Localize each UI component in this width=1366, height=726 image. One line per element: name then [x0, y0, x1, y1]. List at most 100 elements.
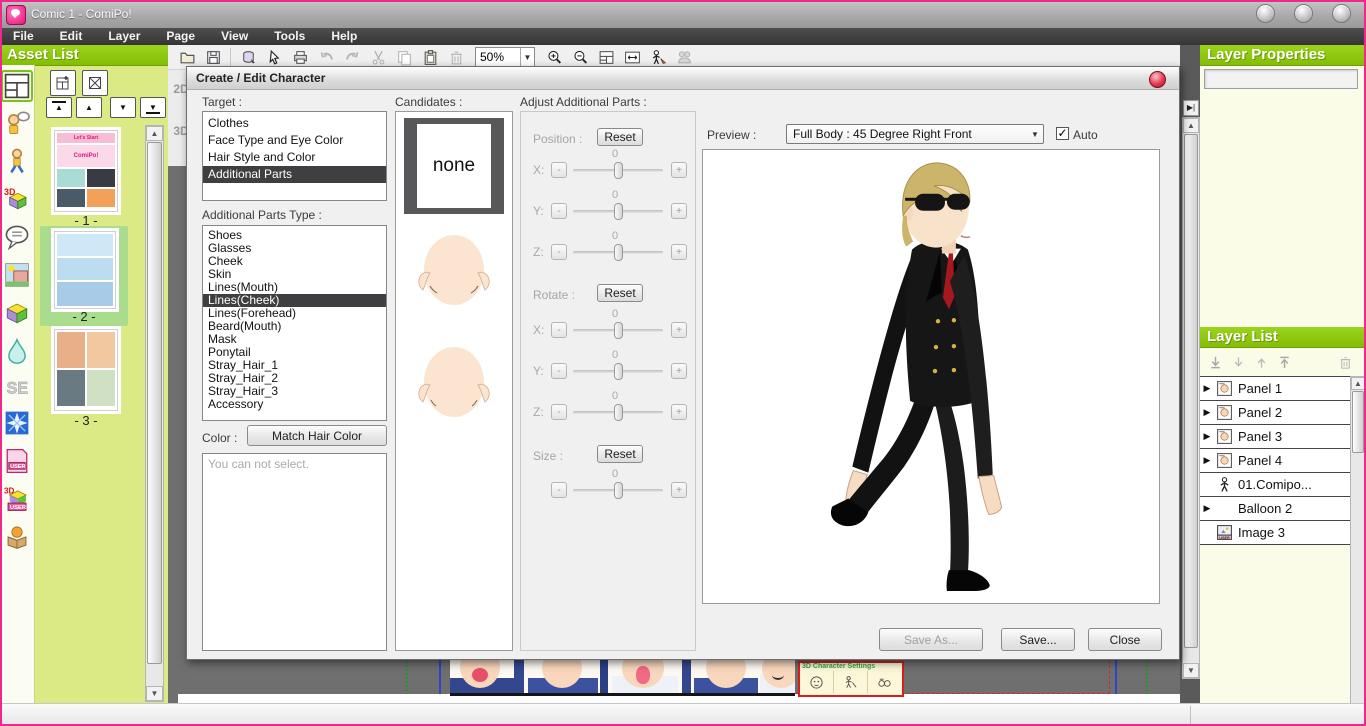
slider-thumb[interactable]	[614, 162, 623, 179]
move-to-top-icon[interactable]	[1277, 355, 1292, 370]
menu-file[interactable]: File	[0, 28, 47, 45]
pose-settings-button[interactable]	[834, 671, 868, 693]
layer-row-panel3[interactable]: ▶ Panel 3	[1200, 425, 1366, 449]
expander-icon[interactable]: ▶	[1200, 503, 1214, 514]
dialog-close-action-button[interactable]: Close	[1088, 628, 1162, 651]
slider-track[interactable]	[573, 169, 663, 172]
asset-list-scrollbar[interactable]: ▲ ▼	[145, 125, 164, 702]
paste-icon[interactable]	[417, 47, 443, 68]
match-hair-color-button[interactable]: Match Hair Color	[247, 425, 387, 446]
increment-button[interactable]: +	[671, 162, 687, 178]
target-item-hair[interactable]: Hair Style and Color	[203, 149, 386, 166]
decrement-button[interactable]: -	[551, 162, 567, 178]
scroll-down-icon[interactable]: ▼	[1183, 663, 1199, 678]
delete-layer-icon[interactable]	[1338, 355, 1353, 370]
scroll-up-icon[interactable]: ▲	[146, 126, 163, 141]
tab-user-character[interactable]	[3, 523, 31, 551]
tab-sound-effect[interactable]: SE	[3, 373, 31, 401]
next-page-button[interactable]: ▼	[110, 97, 136, 118]
save-icon[interactable]	[200, 47, 226, 68]
slider-track[interactable]	[573, 489, 663, 492]
tab-panel-layout[interactable]	[1, 70, 33, 102]
decrement-button[interactable]: -	[551, 244, 567, 260]
increment-button[interactable]: +	[671, 322, 687, 338]
increment-button[interactable]: +	[671, 363, 687, 379]
tab-character[interactable]	[3, 109, 31, 137]
menu-edit[interactable]: Edit	[47, 28, 96, 45]
increment-button[interactable]: +	[671, 203, 687, 219]
zoom-out-icon[interactable]	[567, 47, 593, 68]
move-down-icon[interactable]	[1231, 355, 1246, 370]
select-tool-icon[interactable]	[261, 47, 287, 68]
save-as-button[interactable]: Save As...	[879, 628, 983, 651]
scroll-up-icon[interactable]: ▲	[1183, 118, 1199, 133]
target-item-clothes[interactable]: Clothes	[203, 115, 386, 132]
increment-button[interactable]: +	[671, 404, 687, 420]
camera-settings-button[interactable]	[868, 671, 901, 693]
save-button[interactable]: Save...	[1001, 628, 1075, 651]
decrement-button[interactable]: -	[551, 404, 567, 420]
zoom-level-dropdown[interactable]: 50%▼	[475, 47, 535, 67]
slider-track[interactable]	[573, 251, 663, 254]
layer-name-field[interactable]	[1204, 69, 1358, 89]
tab-user-2d[interactable]: USER	[3, 447, 31, 475]
decrement-button[interactable]: -	[551, 363, 567, 379]
slider-thumb[interactable]	[614, 203, 623, 220]
expander-icon[interactable]: ▶	[1200, 383, 1214, 394]
dialog-close-button[interactable]	[1149, 71, 1166, 88]
candidate-cheek-line-2[interactable]	[404, 334, 504, 438]
add-page-button[interactable]	[50, 70, 76, 96]
target-item-face[interactable]: Face Type and Eye Color	[203, 132, 386, 149]
tab-flash-effect[interactable]	[3, 409, 31, 437]
auto-checkbox[interactable]: ✓	[1056, 127, 1069, 140]
minimize-button[interactable]	[1256, 4, 1275, 23]
tab-speech-balloon[interactable]	[3, 223, 31, 251]
character-settings-popup[interactable]: 3D Character Settings	[798, 661, 904, 697]
slider-thumb[interactable]	[614, 322, 623, 339]
parts-item[interactable]: Accessory	[203, 398, 386, 411]
page-thumbnail-2[interactable]	[54, 231, 116, 309]
move-to-bottom-icon[interactable]	[1208, 355, 1223, 370]
menu-help[interactable]: Help	[318, 28, 370, 45]
menu-tools[interactable]: Tools	[261, 28, 318, 45]
layer-row-image[interactable]: USER Image 3	[1200, 521, 1366, 545]
tab-background[interactable]	[3, 261, 31, 289]
fit-width-icon[interactable]	[619, 47, 645, 68]
candidate-none[interactable]: none	[404, 118, 504, 214]
scroll-down-icon[interactable]: ▼	[146, 686, 163, 701]
tab-walking-character[interactable]	[3, 147, 31, 175]
slider-thumb[interactable]	[614, 404, 623, 421]
slider-track[interactable]	[573, 370, 663, 373]
preview-angle-dropdown[interactable]: Full Body : 45 Degree Right Front ▼	[786, 124, 1044, 144]
candidate-cheek-line-1[interactable]	[404, 222, 504, 326]
canvas-scroll-thumb[interactable]	[1184, 134, 1198, 648]
open-icon[interactable]	[174, 47, 200, 68]
layer-row-panel2[interactable]: ▶ Panel 2	[1200, 401, 1366, 425]
slider-track[interactable]	[573, 329, 663, 332]
layer-row-panel1[interactable]: ▶ Panel 1	[1200, 377, 1366, 401]
layer-scroll-thumb[interactable]	[1352, 391, 1364, 453]
slider-track[interactable]	[573, 210, 663, 213]
menu-layer[interactable]: Layer	[95, 28, 153, 45]
zoom-in-icon[interactable]	[541, 47, 567, 68]
pose-tool-icon[interactable]	[645, 47, 671, 68]
canvas-vertical-scrollbar[interactable]: ▲ ▼	[1182, 117, 1200, 679]
move-up-icon[interactable]	[1254, 355, 1269, 370]
maximize-button[interactable]	[1294, 4, 1313, 23]
increment-button[interactable]: +	[671, 482, 687, 498]
layer-row-balloon[interactable]: ▶ Balloon 2	[1200, 497, 1366, 521]
title-bar[interactable]: Comic 1 - ComiPo!	[0, 0, 1366, 29]
position-reset-button[interactable]: Reset	[597, 128, 643, 146]
page-thumbnail-3[interactable]	[54, 329, 118, 411]
rotate-reset-button[interactable]: Reset	[597, 284, 643, 302]
slider-thumb[interactable]	[614, 482, 623, 499]
asset-scroll-thumb[interactable]	[147, 142, 162, 664]
comic-panel-strip[interactable]	[450, 660, 795, 696]
tab-water-effect[interactable]	[3, 337, 31, 365]
decrement-button[interactable]: -	[551, 203, 567, 219]
slider-thumb[interactable]	[614, 244, 623, 261]
decrement-button[interactable]: -	[551, 482, 567, 498]
tab-user-3d[interactable]: 3DUSER	[3, 485, 31, 513]
last-page-button[interactable]: ▼	[140, 97, 166, 118]
first-page-button[interactable]: ▲	[46, 97, 72, 118]
